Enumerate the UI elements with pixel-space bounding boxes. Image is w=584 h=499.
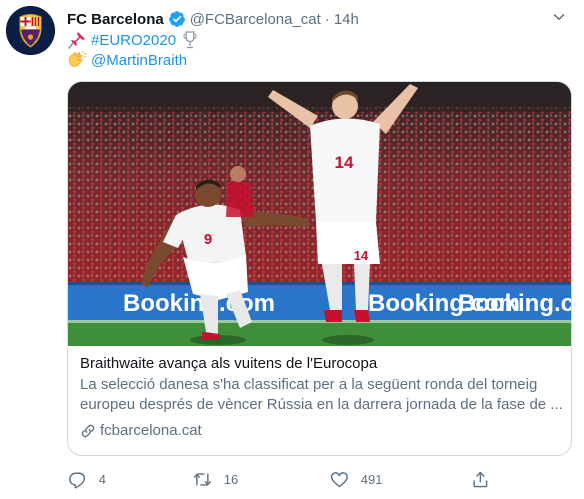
tweet-text-line-2: @MartinBraith bbox=[67, 50, 187, 70]
retweet-count: 16 bbox=[223, 471, 239, 487]
reply-count: 4 bbox=[98, 471, 106, 487]
chevron-down-icon bbox=[553, 14, 565, 20]
share-icon bbox=[471, 470, 490, 489]
pushpin-icon bbox=[67, 30, 87, 50]
hashtag-link[interactable]: #EURO2020 bbox=[91, 32, 176, 49]
player-left-number: 9 bbox=[204, 231, 212, 248]
avatar[interactable] bbox=[6, 6, 55, 55]
verified-badge-icon bbox=[168, 10, 186, 28]
card-title: Braithwaite avança als vuitens de l'Euro… bbox=[80, 355, 378, 372]
reply-icon bbox=[68, 470, 87, 489]
retweet-icon bbox=[193, 470, 212, 489]
card-domain: fcbarcelona.cat bbox=[80, 421, 564, 441]
like-button[interactable]: 491 bbox=[330, 467, 382, 491]
retweet-button[interactable]: 16 bbox=[193, 467, 238, 491]
card-image: Booking.com Booking.com Booking.com bbox=[68, 82, 571, 346]
tweet[interactable]: FC Barcelona @FCBarcelona_cat · 14h #EUR… bbox=[0, 0, 584, 499]
tweet-text-line-1: #EURO2020 bbox=[67, 30, 204, 50]
player-right-number-shorts: 14 bbox=[354, 248, 369, 263]
timestamp[interactable]: 14h bbox=[334, 11, 359, 28]
reply-button[interactable]: 4 bbox=[68, 467, 106, 491]
mention-link[interactable]: @MartinBraith bbox=[91, 52, 187, 69]
trophy-icon bbox=[180, 30, 200, 50]
card-domain-text: fcbarcelona.cat bbox=[100, 422, 202, 439]
card-description-line-1: La selecció danesa s'ha classificat per … bbox=[80, 376, 538, 393]
more-options-button[interactable] bbox=[546, 4, 572, 30]
card-description: La selecció danesa s'ha classificat per … bbox=[80, 375, 564, 415]
like-count: 491 bbox=[360, 471, 383, 487]
card-description-line-2: europeu després de vèncer Rússia en la d… bbox=[80, 396, 563, 413]
user-handle[interactable]: @FCBarcelona_cat bbox=[190, 11, 321, 28]
display-name[interactable]: FC Barcelona bbox=[67, 11, 164, 28]
football-celebration-photo: Booking.com Booking.com Booking.com bbox=[68, 82, 571, 346]
clapping-hands-icon bbox=[67, 50, 87, 70]
card-body: Braithwaite avança als vuitens de l'Euro… bbox=[80, 354, 564, 441]
link-icon bbox=[80, 423, 96, 439]
fc-barcelona-crest-icon bbox=[6, 6, 55, 55]
player-right-number-chest: 14 bbox=[335, 153, 354, 172]
link-preview-card[interactable]: Booking.com Booking.com Booking.com bbox=[67, 81, 572, 456]
tweet-header: FC Barcelona @FCBarcelona_cat · 14h bbox=[67, 9, 359, 29]
heart-icon bbox=[330, 470, 349, 489]
share-button[interactable] bbox=[471, 467, 502, 491]
booking-banner-right: Booking.com bbox=[458, 290, 571, 317]
tweet-actions: 4 16 491 bbox=[62, 467, 502, 491]
separator-dot: · bbox=[324, 10, 330, 28]
